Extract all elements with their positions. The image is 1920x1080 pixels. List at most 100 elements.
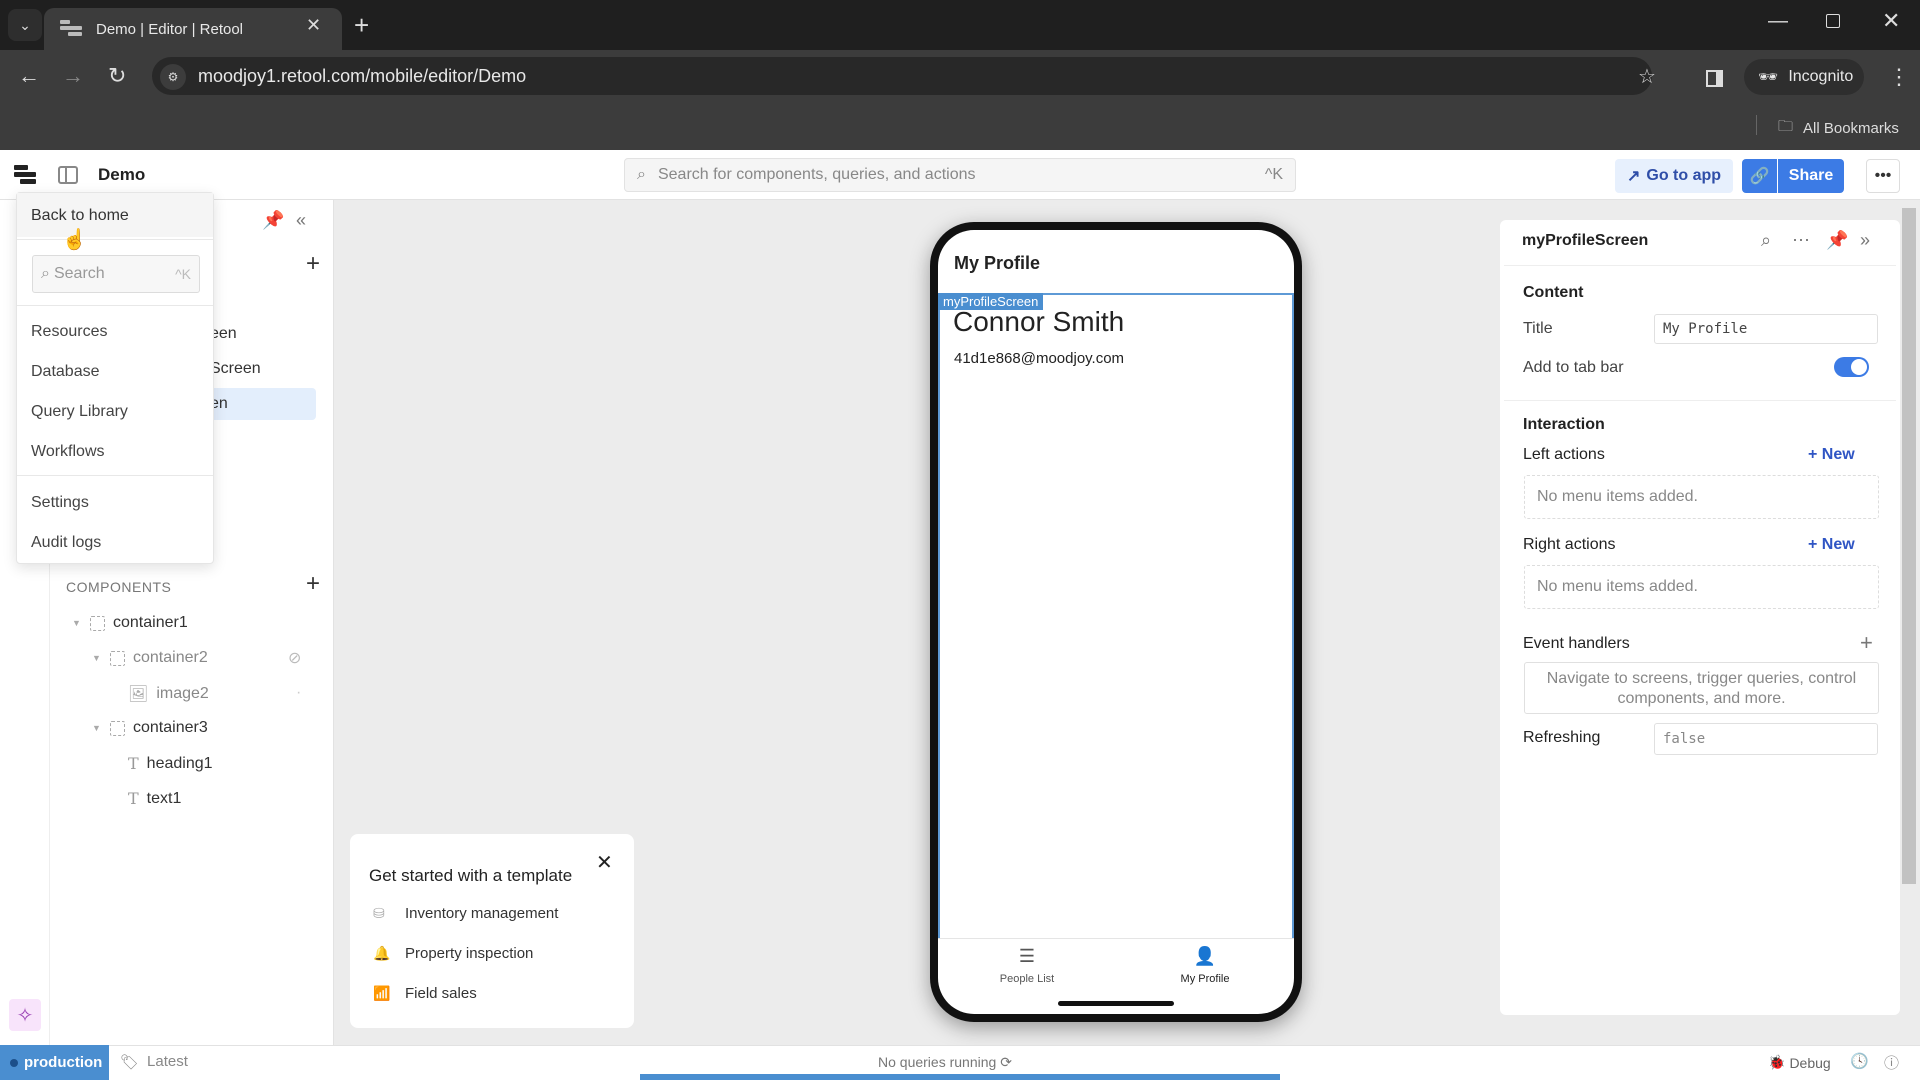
caret-down-icon[interactable]: ▼ bbox=[72, 618, 82, 628]
event-handlers-empty[interactable]: Navigate to screens, trigger queries, co… bbox=[1524, 662, 1879, 714]
browser-tab[interactable]: Demo | Editor | Retool bbox=[44, 8, 342, 50]
add-to-tab-bar-toggle[interactable] bbox=[1834, 357, 1869, 377]
global-search-input[interactable]: ⌕ Search for components, queries, and ac… bbox=[624, 158, 1296, 192]
tree-item-label: text1 bbox=[146, 789, 182, 807]
queries-status: No queries running ⟳ bbox=[878, 1054, 1012, 1071]
menu-item-workflows[interactable]: Workflows bbox=[31, 443, 105, 461]
profile-name-heading[interactable]: Connor Smith bbox=[953, 306, 1124, 338]
hidden-eye-icon[interactable]: ⊘ bbox=[288, 648, 301, 668]
title-input[interactable]: My Profile bbox=[1654, 314, 1878, 344]
menu-item-resources[interactable]: Resources bbox=[31, 323, 107, 341]
new-label: New bbox=[1821, 536, 1855, 553]
unpin-icon[interactable]: 📌 bbox=[1826, 230, 1848, 251]
tree-item-label: container3 bbox=[133, 719, 208, 736]
container-icon bbox=[110, 720, 125, 736]
refresh-icon[interactable]: ⟳ bbox=[1000, 1054, 1012, 1070]
incognito-badge[interactable]: 🕶 Incognito bbox=[1744, 59, 1864, 95]
phone-tab-people-list[interactable]: ☰ People List bbox=[967, 946, 1087, 985]
menu-item-database[interactable]: Database bbox=[31, 363, 100, 381]
minimize-icon[interactable]: — bbox=[1768, 10, 1788, 33]
interaction-section-header[interactable]: Interaction bbox=[1523, 416, 1605, 434]
more-options-button[interactable]: ••• bbox=[1866, 159, 1900, 193]
caret-down-icon[interactable]: ▼ bbox=[92, 723, 102, 733]
menu-item-back-to-home[interactable]: Back to home bbox=[17, 193, 213, 237]
side-panel-icon[interactable] bbox=[1706, 70, 1723, 87]
tree-item-heading1[interactable]: T heading1 bbox=[128, 754, 213, 773]
search-icon[interactable]: ⌕ bbox=[1761, 230, 1771, 251]
content-section-header[interactable]: Content bbox=[1523, 284, 1583, 302]
back-icon[interactable]: ← bbox=[18, 63, 40, 89]
tree-item-label: container2 bbox=[133, 649, 208, 666]
menu-item-audit-logs[interactable]: Audit logs bbox=[31, 534, 101, 552]
bell-icon: 🔔 bbox=[373, 945, 391, 961]
all-bookmarks-button[interactable]: 🗀 All Bookmarks bbox=[1778, 116, 1899, 141]
go-to-app-button[interactable]: ↗ Go to app bbox=[1615, 159, 1733, 193]
template-item-label: Field sales bbox=[405, 985, 477, 1002]
bookmark-star-icon[interactable]: ☆ bbox=[1638, 64, 1656, 89]
selected-screen-outline[interactable] bbox=[938, 293, 1294, 938]
menu-search-shortcut: ^K bbox=[175, 266, 191, 282]
tree-item-image2[interactable]: 🖼 image2 bbox=[128, 684, 209, 704]
menu-divider bbox=[17, 475, 213, 476]
tree-item-text1[interactable]: T text1 bbox=[128, 789, 181, 808]
close-window-icon[interactable]: ✕ bbox=[1882, 8, 1900, 34]
add-left-action-button[interactable]: + New bbox=[1808, 446, 1855, 464]
container-icon bbox=[110, 650, 125, 666]
add-right-action-button[interactable]: + New bbox=[1808, 536, 1855, 554]
inspector-scrollbar[interactable] bbox=[1902, 208, 1916, 884]
template-field-sales[interactable]: 📶 Field sales bbox=[373, 985, 477, 1002]
release-selector[interactable]: 🏷 Latest bbox=[120, 1053, 188, 1071]
screen-item[interactable]: een bbox=[210, 325, 237, 343]
tree-item-container3[interactable]: ▼ container3 bbox=[92, 719, 208, 737]
template-inventory-management[interactable]: ⛁ Inventory management bbox=[373, 905, 558, 922]
close-icon[interactable]: ✕ bbox=[596, 850, 613, 875]
copy-link-button[interactable]: 🔗 bbox=[1742, 159, 1777, 193]
debug-button[interactable]: 🐞 Debug bbox=[1768, 1054, 1831, 1071]
add-component-icon[interactable]: + bbox=[306, 570, 320, 598]
pin-icon[interactable]: 📌 bbox=[262, 210, 284, 231]
screen-item[interactable]: Screen bbox=[210, 360, 261, 378]
close-tab-icon[interactable]: ✕ bbox=[306, 15, 321, 36]
environment-badge[interactable]: production bbox=[0, 1045, 109, 1080]
template-property-inspection[interactable]: 🔔 Property inspection bbox=[373, 945, 533, 962]
retool-logo-icon[interactable] bbox=[14, 165, 36, 185]
collapse-panel-icon[interactable]: « bbox=[296, 210, 306, 231]
expand-panel-icon[interactable]: » bbox=[1860, 230, 1870, 251]
help-icon[interactable]: ⓘ bbox=[1884, 1052, 1899, 1073]
tree-item-container2[interactable]: ▼ container2 bbox=[92, 649, 208, 667]
menu-search-input[interactable]: ⌕ Search ^K bbox=[32, 255, 200, 293]
tree-item-container1[interactable]: ▼ container1 bbox=[72, 614, 188, 632]
refreshing-input[interactable]: false bbox=[1654, 723, 1878, 755]
ai-assist-icon[interactable]: ✧ bbox=[9, 999, 41, 1031]
forward-icon[interactable]: → bbox=[62, 63, 84, 89]
search-icon: ⌕ bbox=[637, 166, 646, 183]
phone-tab-my-profile[interactable]: 👤 My Profile bbox=[1145, 946, 1265, 985]
environment-dot bbox=[10, 1058, 18, 1067]
app-name[interactable]: Demo bbox=[98, 165, 145, 185]
address-bar[interactable]: moodjoy1.retool.com/mobile/editor/Demo bbox=[152, 57, 1652, 95]
inspector-title[interactable]: myProfileScreen bbox=[1522, 232, 1648, 250]
menu-item-query-library[interactable]: Query Library bbox=[31, 403, 128, 421]
profile-email-text[interactable]: 41d1e868@moodjoy.com bbox=[954, 350, 1124, 367]
browser-menu-icon[interactable]: ⋮ bbox=[1888, 64, 1910, 90]
maximize-icon[interactable] bbox=[1826, 14, 1840, 28]
title-label: Title bbox=[1523, 320, 1553, 337]
caret-down-icon[interactable]: ▼ bbox=[92, 653, 102, 663]
reload-icon[interactable]: ↻ bbox=[108, 63, 126, 89]
share-button[interactable]: Share bbox=[1778, 159, 1844, 193]
all-bookmarks-label: All Bookmarks bbox=[1803, 120, 1899, 137]
add-event-handler-icon[interactable]: + bbox=[1860, 630, 1873, 656]
tab-list-button[interactable]: ⌄ bbox=[8, 9, 42, 41]
right-actions-label: Right actions bbox=[1523, 536, 1616, 553]
new-tab-icon[interactable]: + bbox=[354, 10, 369, 41]
template-item-label: Property inspection bbox=[405, 945, 534, 962]
layout-toggle-icon[interactable] bbox=[58, 166, 78, 184]
inspector-divider bbox=[1504, 400, 1896, 401]
site-info-icon[interactable]: ⚙ bbox=[160, 64, 186, 90]
more-icon[interactable]: ⋯ bbox=[1792, 230, 1810, 251]
history-icon[interactable]: 🕓 bbox=[1850, 1052, 1869, 1070]
template-card-title: Get started with a template bbox=[369, 866, 573, 885]
add-screen-icon[interactable]: + bbox=[306, 250, 320, 278]
menu-item-settings[interactable]: Settings bbox=[31, 494, 89, 512]
new-label: New bbox=[1821, 446, 1855, 463]
